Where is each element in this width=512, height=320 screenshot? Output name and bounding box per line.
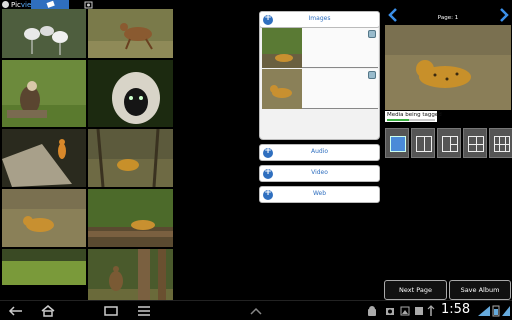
battery-icon <box>492 305 500 317</box>
audio-section-header[interactable]: Audio <box>259 144 380 161</box>
audio-label: Audio <box>310 148 329 155</box>
status-clock: 1:58 <box>441 302 471 317</box>
logo-text-vie: vie <box>20 0 32 9</box>
tag-icon <box>46 0 55 8</box>
top-bar: Pic vie <box>0 0 512 9</box>
preview-image <box>385 25 511 110</box>
system-navigation-bar <box>0 300 512 320</box>
layout-two-column[interactable] <box>411 128 435 158</box>
image-thumbnail <box>262 69 302 109</box>
recent-apps-icon[interactable] <box>103 305 119 317</box>
upload-icon <box>415 307 423 315</box>
thumbnail-grid[interactable] <box>0 9 175 308</box>
up-chevron-icon[interactable] <box>249 307 263 315</box>
images-label: Images <box>308 15 331 22</box>
gallery-tab[interactable] <box>31 0 69 9</box>
thumbnail-leopard-log[interactable] <box>88 189 173 247</box>
layout-single-icon <box>390 136 406 152</box>
image-thumbnail <box>262 28 302 68</box>
images-panel <box>259 11 380 140</box>
thumbnail-langur[interactable] <box>88 60 173 127</box>
tag-edit-icon[interactable] <box>368 71 376 79</box>
layout-three-panel-icon <box>442 136 458 152</box>
thumbnail-bird-on-log[interactable] <box>2 129 86 187</box>
thumbnail-image <box>88 189 173 247</box>
camera-tab[interactable] <box>84 0 94 9</box>
image-item[interactable] <box>262 28 378 68</box>
camera-icon <box>84 1 93 9</box>
web-label: Web <box>312 190 327 197</box>
save-album-button[interactable]: Save Album <box>449 280 511 300</box>
thumbnail-image <box>88 9 173 58</box>
thumbnail-image <box>2 60 86 127</box>
thumbnail-image <box>88 129 173 187</box>
android-icon <box>368 306 376 316</box>
thumbnail-image <box>2 129 86 187</box>
thumbnail-leopard-forest[interactable] <box>88 129 173 187</box>
layout-two-column-icon <box>416 136 432 152</box>
thumbnail-image <box>2 9 86 58</box>
tag-edit-icon[interactable] <box>368 30 376 38</box>
tagging-status: Media being tagged <box>385 111 442 122</box>
thumbnail-image <box>2 189 86 247</box>
logo-icon <box>2 1 9 8</box>
thumbnail-deer-run[interactable] <box>88 9 173 58</box>
layout-six-grid-icon <box>494 136 510 152</box>
thumbnail-birds[interactable] <box>2 9 86 58</box>
layout-six-grid[interactable] <box>489 128 512 158</box>
tagging-status-text: Media being tagged <box>387 112 442 118</box>
thumbnail-image <box>88 60 173 127</box>
menu-icon[interactable] <box>137 305 151 317</box>
camera-icon <box>386 308 394 315</box>
video-label: Video <box>311 169 328 176</box>
layout-four-grid[interactable] <box>463 128 487 158</box>
thumbnail-image <box>262 69 302 109</box>
previous-page-icon[interactable] <box>388 8 398 22</box>
web-section-header[interactable]: Web <box>259 186 380 203</box>
image-item[interactable] <box>262 69 378 109</box>
thumbnail-eagle[interactable] <box>2 60 86 127</box>
app-logo: Pic vie <box>2 0 31 9</box>
home-icon[interactable] <box>40 305 56 317</box>
layout-options <box>385 128 512 158</box>
image-icon <box>400 306 410 316</box>
thumbnail-image <box>262 28 302 68</box>
thumbnail-meadow[interactable] <box>2 249 86 285</box>
next-page-button[interactable]: Next Page <box>384 280 447 300</box>
tagging-progress-fill <box>387 119 409 121</box>
images-section-header[interactable]: Images <box>259 11 380 28</box>
layout-three-panel[interactable] <box>437 128 461 158</box>
tagging-progress-bar <box>387 119 435 121</box>
next-page-icon[interactable] <box>499 8 509 22</box>
logo-text-pic: Pic <box>11 0 21 9</box>
thumbnail-leopard-grass[interactable] <box>2 189 86 247</box>
layout-four-grid-icon <box>468 136 484 152</box>
layout-single[interactable] <box>385 128 409 158</box>
signal-icon <box>502 306 510 316</box>
usb-icon <box>427 305 435 316</box>
back-icon[interactable] <box>8 305 24 317</box>
thumbnail-image <box>2 249 86 285</box>
selected-image-preview <box>385 25 511 110</box>
wifi-icon <box>478 306 490 316</box>
page-label: Page: 1 <box>437 15 459 21</box>
video-section-header[interactable]: Video <box>259 165 380 182</box>
